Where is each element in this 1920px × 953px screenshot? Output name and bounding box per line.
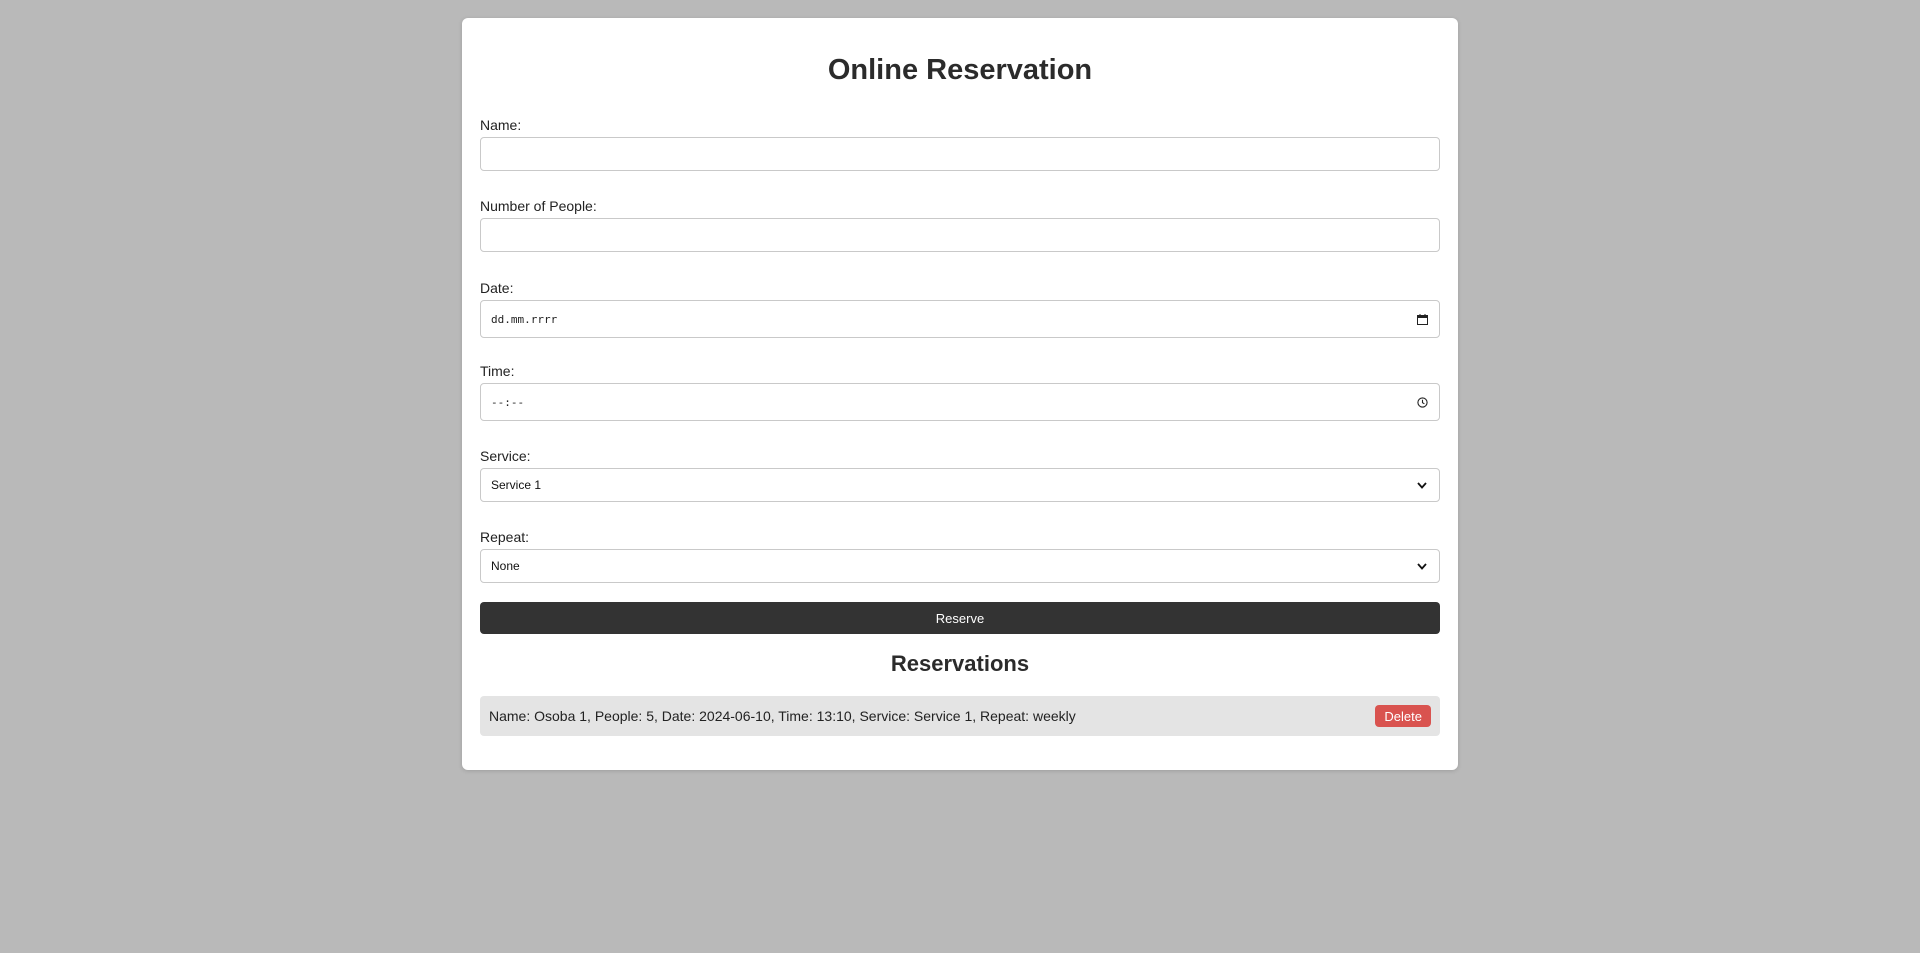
reservations-heading: Reservations: [890, 651, 1030, 676]
repeat-label: Repeat:: [480, 529, 530, 545]
service-field-group: Service: Service 1: [480, 447, 1440, 502]
time-field-group: Time: --:--: [480, 362, 1440, 421]
service-label: Service:: [480, 448, 531, 464]
date-input[interactable]: dd.mm.rrrr: [480, 300, 1440, 338]
time-label: Time:: [480, 363, 515, 379]
date-field-group: Date: dd.mm.rrrr: [480, 279, 1440, 338]
name-field-group: Name:: [480, 116, 1440, 171]
name-label: Name:: [480, 117, 522, 133]
people-input[interactable]: [480, 218, 1440, 252]
date-label: Date:: [480, 280, 514, 296]
service-selected-value: Service 1: [491, 478, 542, 492]
time-placeholder: --:--: [491, 395, 525, 409]
repeat-select[interactable]: None: [480, 549, 1440, 583]
reservation-card: Online Reservation Name: Number of Peopl…: [462, 18, 1458, 770]
repeat-selected-value: None: [491, 559, 520, 573]
name-input[interactable]: [480, 137, 1440, 171]
people-field-group: Number of People:: [480, 197, 1440, 252]
time-input[interactable]: --:--: [480, 383, 1440, 421]
calendar-icon[interactable]: [1415, 312, 1429, 326]
reservation-text: Name: Osoba 1, People: 5, Date: 2024-06-…: [489, 708, 1076, 724]
reserve-button[interactable]: Reserve: [480, 602, 1440, 634]
page-title: Online Reservation: [827, 54, 1093, 86]
service-select[interactable]: Service 1: [480, 468, 1440, 502]
people-label: Number of People:: [480, 198, 597, 214]
repeat-field-group: Repeat: None: [480, 528, 1440, 583]
chevron-down-icon: [1415, 559, 1429, 573]
chevron-down-icon: [1415, 478, 1429, 492]
clock-icon[interactable]: [1415, 395, 1429, 409]
list-item: Name: Osoba 1, People: 5, Date: 2024-06-…: [480, 696, 1440, 736]
delete-button[interactable]: Delete: [1375, 705, 1431, 727]
date-placeholder: dd.mm.rrrr: [491, 312, 558, 326]
